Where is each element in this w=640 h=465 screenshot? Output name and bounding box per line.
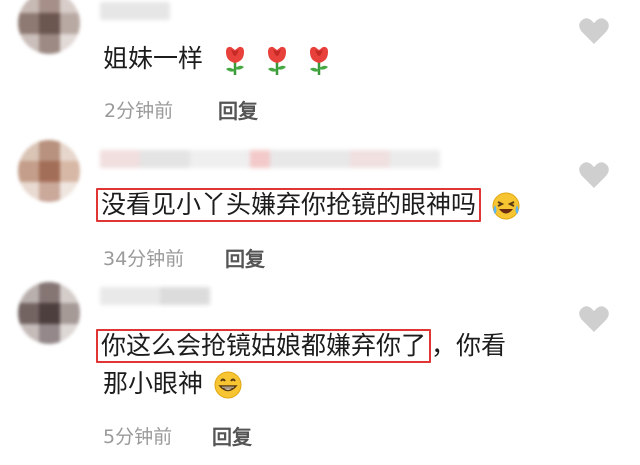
username-blurred[interactable]	[100, 2, 170, 20]
comment-text: 没看见小丫头嫌弃你抢镜的眼神吗	[96, 188, 521, 222]
rose-icon	[225, 46, 244, 75]
timestamp: 2分钟前	[104, 100, 174, 122]
comment-item: 你这么会抢镜姑娘都嫌弃你了 ，你看 那小眼神 5分钟前 回复	[0, 282, 640, 465]
heart-icon[interactable]	[578, 304, 610, 334]
laughing-crying-icon	[492, 192, 520, 220]
reply-button[interactable]: 回复	[212, 421, 252, 450]
avatar[interactable]	[18, 0, 80, 54]
timestamp: 5分钟前	[103, 426, 173, 448]
avatar[interactable]	[18, 282, 80, 344]
avatar[interactable]	[18, 140, 80, 202]
comment-body-continued: ，你看	[431, 331, 507, 360]
heart-icon[interactable]	[578, 16, 610, 46]
comment-text-line2: 那小眼神	[103, 368, 243, 400]
comment-body: 那小眼神	[103, 369, 204, 398]
highlighted-text-box: 你这么会抢镜姑娘都嫌弃你了	[96, 329, 432, 363]
highlighted-text-box: 没看见小丫头嫌弃你抢镜的眼神吗	[96, 188, 482, 222]
timestamp: 34分钟前	[103, 248, 185, 270]
username-blurred[interactable]	[100, 287, 210, 305]
username-blurred[interactable]	[100, 150, 440, 168]
reply-button[interactable]: 回复	[225, 243, 265, 272]
heart-icon[interactable]	[578, 160, 610, 190]
rose-icon	[309, 46, 328, 75]
rose-icon	[267, 46, 286, 75]
comment-body: 姐妹一样	[103, 44, 204, 73]
comment-item: 没看见小丫头嫌弃你抢镜的眼神吗 34分钟前 回复	[0, 140, 640, 280]
comment-item: 姐妹一样 2分钟前 回复	[0, 0, 640, 140]
reply-button[interactable]: 回复	[218, 95, 258, 124]
comment-text: 姐妹一样	[103, 43, 333, 76]
grinning-icon	[214, 371, 242, 399]
comment-text: 你这么会抢镜姑娘都嫌弃你了 ，你看	[96, 329, 506, 363]
